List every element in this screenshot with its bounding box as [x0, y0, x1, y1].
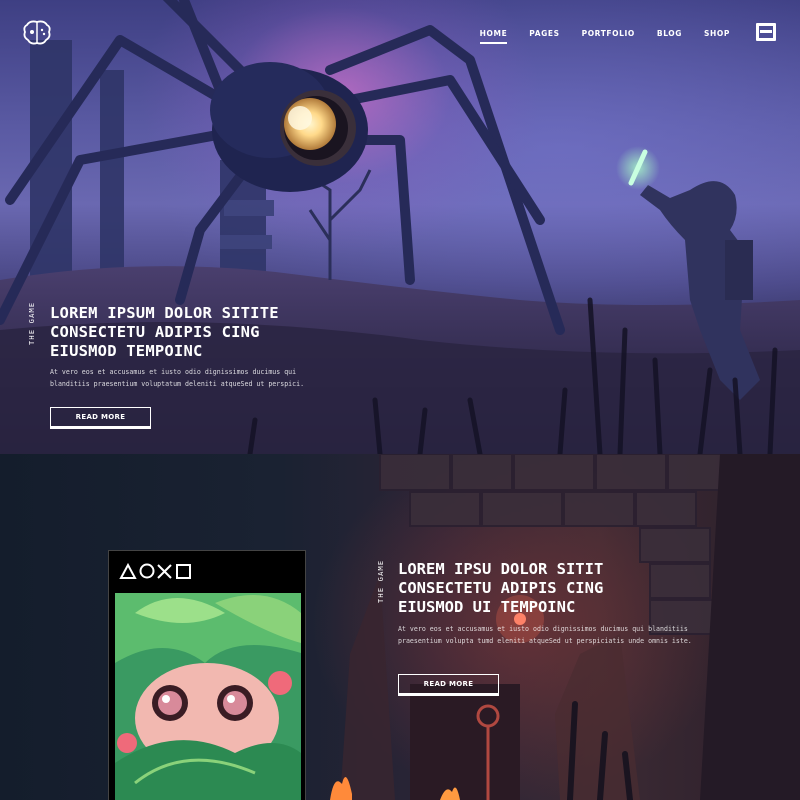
- hero-section: HOME PAGES PORTFOLIO BLOG SHOP THE GAME …: [0, 0, 800, 454]
- feature-title-line: LOREM IPSU DOLOR SITIT: [398, 560, 604, 578]
- hero-title-line: EIUSMOD TEMPOINC: [50, 342, 203, 360]
- square-icon: [176, 564, 191, 579]
- brain-logo-icon[interactable]: [22, 18, 52, 48]
- nav-item-shop[interactable]: SHOP: [704, 29, 730, 44]
- hero-title: LOREM IPSUM DOLOR SITITE CONSECTETU ADIP…: [50, 304, 330, 361]
- console-symbols: [119, 563, 191, 579]
- nav-item-portfolio[interactable]: PORTFOLIO: [582, 29, 635, 44]
- feature-read-more-button[interactable]: READ MORE: [398, 674, 499, 696]
- cross-icon: [157, 564, 172, 579]
- nav-item-pages[interactable]: PAGES: [529, 29, 559, 44]
- feature-title-line: EIUSMOD UI TEMPOINC: [398, 598, 576, 616]
- nav-item-blog[interactable]: BLOG: [657, 29, 682, 44]
- hero-title-line: LOREM IPSUM DOLOR SITITE: [50, 304, 279, 322]
- feature-title: LOREM IPSU DOLOR SITIT CONSECTETU ADIPIS…: [398, 560, 658, 617]
- main-nav: HOME PAGES PORTFOLIO BLOG SHOP: [479, 29, 730, 44]
- feature-title-line: CONSECTETU ADIPIS CING: [398, 579, 604, 597]
- hamburger-menu-icon[interactable]: [756, 23, 776, 41]
- triangle-icon: [119, 563, 137, 579]
- hero-read-more-button[interactable]: READ MORE: [50, 407, 151, 429]
- hero-title-line: CONSECTETU ADIPIS CING: [50, 323, 260, 341]
- circle-icon: [139, 563, 155, 579]
- nav-item-home[interactable]: HOME: [479, 29, 508, 44]
- feature-side-tag: THE GAME: [377, 559, 385, 603]
- feature-description: At vero eos et accusamus et iusto odio d…: [398, 625, 692, 645]
- game-cover-art: [115, 593, 301, 800]
- game-box-image: [108, 550, 306, 800]
- hero-side-tag: THE GAME: [28, 301, 36, 345]
- feature-section: THE GAME LOREM IPSU DOLOR SITIT CONSECTE…: [0, 454, 800, 800]
- hero-description: At vero eos et accusamus et iusto odio d…: [50, 368, 305, 388]
